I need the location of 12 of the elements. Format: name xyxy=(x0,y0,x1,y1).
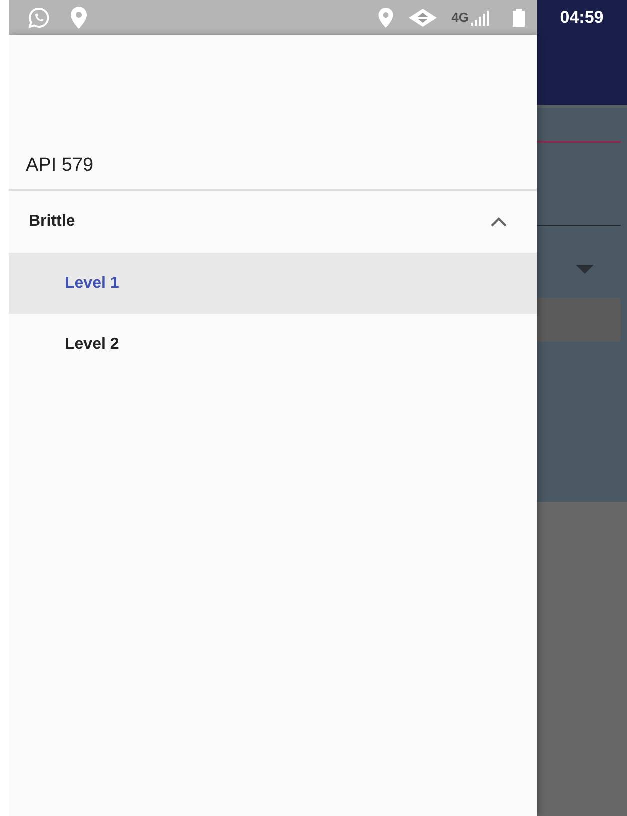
location-pin-icon xyxy=(378,8,394,28)
network-type: 4G xyxy=(452,10,469,25)
menu-item[interactable]: Level 2 xyxy=(9,314,537,375)
dropdown-arrow-icon xyxy=(576,265,594,274)
menu-item[interactable]: Level 1 xyxy=(9,253,537,314)
clock: 04:59 xyxy=(560,8,604,28)
menu-group[interactable]: Brittle xyxy=(9,191,537,253)
chat-bubble-icon xyxy=(27,6,51,28)
battery-icon xyxy=(513,8,525,26)
signal-icon xyxy=(469,10,489,26)
location-pin-icon xyxy=(71,6,87,28)
drawer-title: API 579 xyxy=(26,155,94,177)
